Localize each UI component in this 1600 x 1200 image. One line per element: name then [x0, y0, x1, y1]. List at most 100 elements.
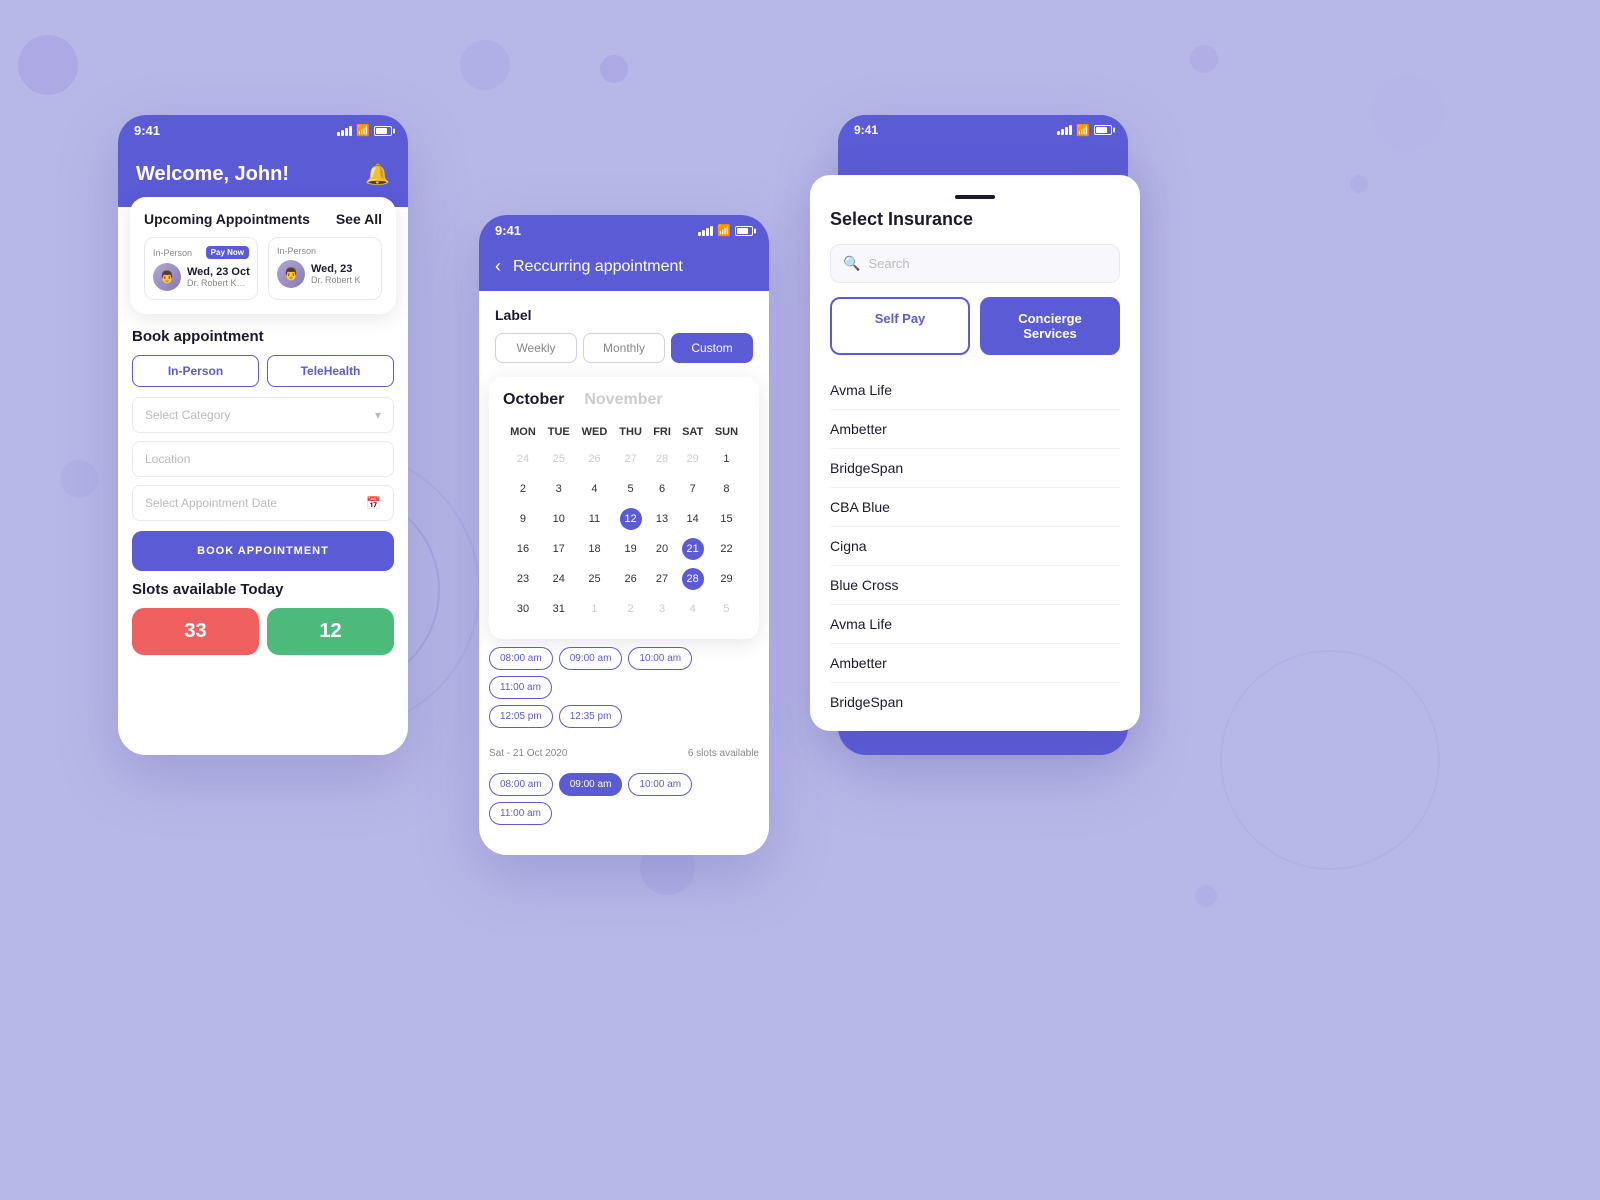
calendar-day[interactable]: 1 [710, 445, 743, 473]
time-slot-0900[interactable]: 09:00 am [559, 647, 623, 670]
slots-section: Slots available Today [118, 581, 408, 598]
see-all-link[interactable]: See All [336, 211, 382, 227]
insurance-list-item[interactable]: CBA Blue [830, 488, 1120, 527]
slot-count-red: 33 [184, 620, 206, 642]
calendar-day[interactable]: 21 [677, 535, 708, 563]
time-slot-1235[interactable]: 12:35 pm [559, 705, 623, 728]
calendar-day[interactable]: 1 [576, 595, 612, 623]
calendar-day[interactable]: 6 [649, 475, 676, 503]
insurance-list-item[interactable]: Blue Cross [830, 566, 1120, 605]
insurance-list-item[interactable]: Cigna [830, 527, 1120, 566]
calendar-day[interactable]: 2 [505, 475, 541, 503]
calendar-day[interactable]: 28 [649, 445, 676, 473]
book-appointment-button[interactable]: BOOK APPOINTMENT [132, 531, 394, 571]
calendar-day[interactable]: 5 [614, 475, 646, 503]
wifi-icon-3: 📶 [1076, 124, 1090, 137]
appt2-details: Wed, 23 Dr. Robert K [311, 263, 361, 285]
phone2-time: 9:41 [495, 223, 521, 238]
custom-button[interactable]: Custom [671, 333, 753, 363]
battery-icon-2 [735, 226, 753, 236]
calendar-day[interactable]: 24 [543, 565, 575, 593]
calendar-day[interactable]: 22 [710, 535, 743, 563]
weekly-button[interactable]: Weekly [495, 333, 577, 363]
insurance-search-bar[interactable]: 🔍 Search [830, 244, 1120, 283]
calendar-day[interactable]: 11 [576, 505, 612, 533]
calendar-day[interactable]: 17 [543, 535, 575, 563]
location-field[interactable]: Location [132, 441, 394, 477]
calendar-day[interactable]: 18 [576, 535, 612, 563]
time-slot2-1100[interactable]: 11:00 am [489, 802, 552, 825]
calendar-day[interactable]: 9 [505, 505, 541, 533]
calendar-day[interactable]: 8 [710, 475, 743, 503]
time-slot-1205[interactable]: 12:05 pm [489, 705, 553, 728]
phone2-header: ‹ Reccurring appointment [479, 246, 769, 291]
calendar-day[interactable]: 31 [543, 595, 575, 623]
insurance-list-item[interactable]: Avma Life [830, 605, 1120, 644]
calendar-day[interactable]: 25 [576, 565, 612, 593]
insurance-list-item[interactable]: Ambetter [830, 644, 1120, 683]
time-slot-row-3: 08:00 am 09:00 am 10:00 am 11:00 am [489, 773, 759, 825]
in-person-button[interactable]: In-Person [132, 355, 259, 387]
calendar-day[interactable]: 12 [614, 505, 646, 533]
calendar-day[interactable]: 4 [576, 475, 612, 503]
recurrence-buttons: Weekly Monthly Custom [495, 333, 753, 363]
pay-now-button[interactable]: Pay Now [206, 246, 249, 259]
calendar-day[interactable]: 27 [649, 565, 676, 593]
slot-card-green: 12 [267, 608, 394, 655]
insurance-list-item[interactable]: Avma Life [830, 371, 1120, 410]
calendar-day[interactable]: 16 [505, 535, 541, 563]
time-slot-1000[interactable]: 10:00 am [628, 647, 692, 670]
appointment-item-2[interactable]: In-Person 👨 Wed, 23 Dr. Robert K [268, 237, 382, 300]
insurance-list-item[interactable]: BridgeSpan [830, 449, 1120, 488]
payment-type-buttons: Self Pay Concierge Services [830, 297, 1120, 355]
insurance-list-item[interactable]: Ambetter [830, 410, 1120, 449]
calendar-day[interactable]: 29 [710, 565, 743, 593]
calendar-day[interactable]: 3 [543, 475, 575, 503]
appointment-item-1[interactable]: In-Person Pay Now 👨 Wed, 23 Oct Dr. Robe… [144, 237, 258, 300]
calendar-day[interactable]: 10 [543, 505, 575, 533]
category-field[interactable]: Select Category ▾ [132, 397, 394, 433]
calendar-day[interactable]: 15 [710, 505, 743, 533]
avatar-image-2: 👨 [277, 260, 305, 288]
self-pay-button[interactable]: Self Pay [830, 297, 970, 355]
calendar-day[interactable]: 14 [677, 505, 708, 533]
calendar-day[interactable]: 26 [614, 565, 646, 593]
next-month: November [584, 391, 662, 409]
search-icon: 🔍 [843, 255, 860, 272]
insurance-list-item[interactable]: BridgeSpan [830, 683, 1120, 711]
calendar-day[interactable]: 3 [649, 595, 676, 623]
appointment-type-buttons: In-Person TeleHealth [132, 355, 394, 387]
calendar-day[interactable]: 29 [677, 445, 708, 473]
calendar-day[interactable]: 20 [649, 535, 676, 563]
time-slot2-0900[interactable]: 09:00 am [559, 773, 623, 796]
calendar-day[interactable]: 2 [614, 595, 646, 623]
monthly-button[interactable]: Monthly [583, 333, 665, 363]
calendar-day[interactable]: 28 [677, 565, 708, 593]
time-slot-1100[interactable]: 11:00 am [489, 676, 552, 699]
calendar-day[interactable]: 27 [614, 445, 646, 473]
telehealth-button[interactable]: TeleHealth [267, 355, 394, 387]
phone2-status-icons: 📶 [698, 224, 753, 237]
avatar-image: 👨 [153, 263, 181, 291]
calendar-day[interactable]: 13 [649, 505, 676, 533]
concierge-services-button[interactable]: Concierge Services [980, 297, 1120, 355]
calendar-day[interactable]: 26 [576, 445, 612, 473]
time-slot2-1000[interactable]: 10:00 am [628, 773, 692, 796]
calendar-day[interactable]: 25 [543, 445, 575, 473]
calendar-day[interactable]: 24 [505, 445, 541, 473]
back-button[interactable]: ‹ [495, 256, 501, 277]
calendar-day[interactable]: 23 [505, 565, 541, 593]
bell-icon[interactable]: 🔔 [365, 162, 390, 187]
day-header-tue: TUE [543, 421, 575, 443]
time-slot-0800[interactable]: 08:00 am [489, 647, 553, 670]
time-slot2-0800[interactable]: 08:00 am [489, 773, 553, 796]
calendar-day[interactable]: 5 [710, 595, 743, 623]
time-slots: 08:00 am 09:00 am 10:00 am 11:00 am 12:0… [479, 639, 769, 742]
calendar-day[interactable]: 7 [677, 475, 708, 503]
phone2-status-bar: 9:41 📶 [479, 215, 769, 246]
appt2-date: Wed, 23 [311, 263, 361, 275]
calendar-day[interactable]: 30 [505, 595, 541, 623]
calendar-day[interactable]: 4 [677, 595, 708, 623]
calendar-day[interactable]: 19 [614, 535, 646, 563]
date-field[interactable]: Select Appointment Date 📅 [132, 485, 394, 521]
